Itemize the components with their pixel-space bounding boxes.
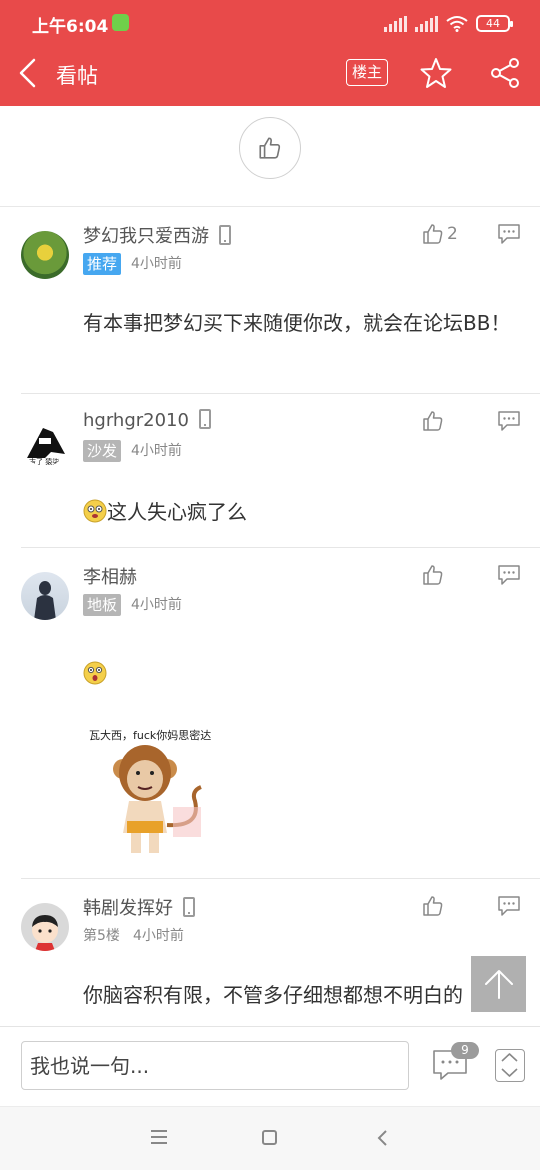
username[interactable]: hgrhgr2010 (83, 409, 211, 431)
meme-image[interactable]: 瓦大西，fuck你妈思密达 (83, 721, 223, 861)
up-down-arrows-icon (501, 1053, 518, 1077)
svg-text:吉了 猿柒: 吉了 猿柒 (29, 457, 59, 466)
divider (21, 393, 540, 394)
floor-badge: 推荐 (83, 253, 122, 275)
meme-caption: 瓦大西，fuck你妈思密达 (89, 729, 212, 742)
app-header: 上午6:04 44 看帖 楼主 (0, 0, 540, 106)
like-count: 2 (447, 224, 458, 244)
mobile-device-icon (219, 225, 231, 245)
mobile-device-icon (198, 409, 211, 429)
floor-number: 第5楼 (83, 928, 120, 944)
reply-comment-icon[interactable] (497, 223, 521, 245)
signal-icon-2 (415, 16, 438, 32)
comment-count-badge: 9 (451, 1042, 479, 1059)
arrow-up-icon (484, 970, 513, 999)
reply-comment-icon[interactable] (497, 564, 521, 586)
battery-icon: 44 (476, 15, 513, 32)
thumbs-up-icon (259, 137, 281, 159)
only-owner-button[interactable]: 楼主 (346, 59, 388, 86)
status-icons: 44 (384, 14, 513, 32)
thumbs-up-icon[interactable] (421, 894, 445, 918)
post-content: 你脑容积有限，不管多仔细想都想不明白的 (83, 983, 463, 1007)
thumbs-up-icon[interactable] (421, 409, 445, 433)
post-time: 4小时前 (131, 443, 182, 459)
page-title: 看帖 (56, 64, 98, 88)
dizzy-face-emoji-icon (83, 499, 107, 523)
signal-icon (384, 16, 407, 32)
shocked-face-emoji-icon (83, 661, 107, 685)
floor-badge: 沙发 (83, 440, 122, 462)
post-time: 4小时前 (133, 928, 184, 944)
avatar[interactable] (21, 903, 69, 951)
reply-input-box[interactable] (21, 1041, 409, 1090)
avatar[interactable] (21, 231, 69, 279)
back-to-top-button[interactable] (471, 956, 526, 1012)
home-icon[interactable] (262, 1130, 277, 1145)
floor-jump-button[interactable] (495, 1049, 525, 1082)
wifi-icon (446, 16, 468, 32)
post-like-button[interactable] (239, 117, 301, 179)
username[interactable]: 韩剧发挥好 (83, 894, 195, 920)
wechat-notification-icon (112, 14, 129, 31)
divider (21, 878, 540, 879)
username[interactable]: 李相赫 (83, 563, 137, 589)
back-button[interactable] (12, 54, 46, 92)
section-divider (0, 206, 540, 207)
system-nav-bar (0, 1106, 540, 1170)
reply-comment-icon[interactable] (497, 410, 521, 432)
status-time: 上午6:04 (32, 17, 109, 37)
thumbs-up-icon[interactable] (421, 222, 445, 246)
post-content: 有本事把梦幻买下来随便你改，就会在论坛BB！ (83, 311, 511, 335)
post-time: 4小时前 (131, 597, 182, 613)
share-icon[interactable] (488, 56, 522, 90)
post-time: 4小时前 (131, 256, 182, 272)
mobile-device-icon (183, 897, 195, 917)
reply-bar: 9 (0, 1026, 540, 1106)
floor-badge: 地板 (83, 594, 122, 616)
thumbs-up-icon[interactable] (421, 563, 445, 587)
menu-icon[interactable] (150, 1129, 168, 1145)
divider (21, 547, 540, 548)
reply-input[interactable] (22, 1042, 408, 1089)
reply-comment-icon[interactable] (497, 895, 521, 917)
favorite-star-icon[interactable] (419, 56, 453, 90)
avatar[interactable] (21, 572, 69, 620)
post-content: 这人失心疯了么 (83, 494, 523, 530)
system-back-icon[interactable] (376, 1129, 390, 1147)
username[interactable]: 梦幻我只爱西游 (83, 222, 231, 248)
nav-row: 看帖 楼主 (0, 46, 540, 106)
status-bar: 上午6:04 44 (0, 0, 540, 46)
avatar[interactable]: 吉了 猿柒 (21, 418, 69, 466)
